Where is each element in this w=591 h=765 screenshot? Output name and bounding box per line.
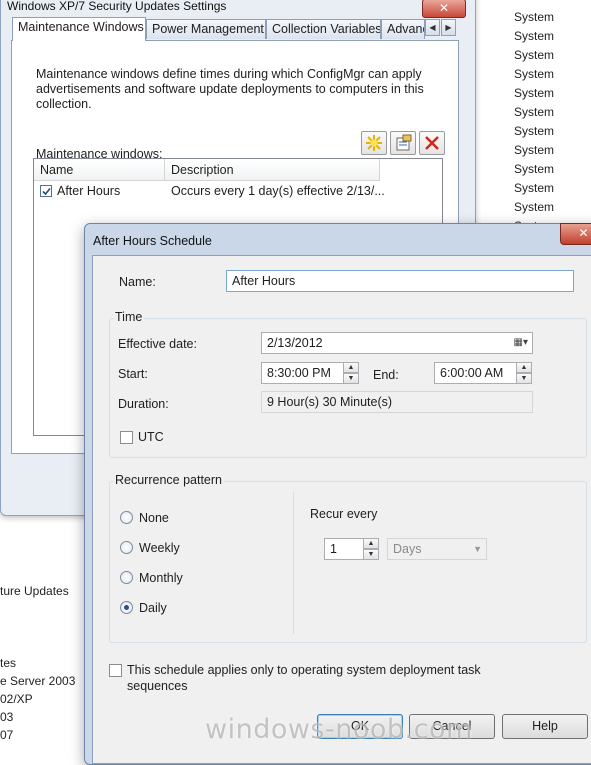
list-item: System [514,67,555,81]
window-title: Windows XP/7 Security Updates Settings [7,0,227,13]
delete-button[interactable] [419,131,445,155]
row-name-cell: After Hours [57,184,121,198]
column-header-name[interactable]: Name [34,159,165,181]
radio-weekly[interactable] [120,541,133,554]
list-item: ture Updates [0,584,69,598]
recur-every-input[interactable]: 1 [324,538,364,560]
table-row[interactable]: After Hours Occurs every 1 day(s) effect… [34,181,442,201]
name-input[interactable]: After Hours [226,270,574,292]
row-description-cell: Occurs every 1 day(s) effective 2/13/... [171,184,385,198]
time-group-label: Time [113,310,145,324]
osd-only-label-line1: This schedule applies only to operating … [127,663,481,677]
tab-maintenance-windows[interactable]: Maintenance Windows [12,17,146,41]
utc-label: UTC [138,430,164,444]
utc-checkbox[interactable] [120,431,133,444]
radio-monthly-label: Monthly [139,571,183,585]
row-checkbox[interactable] [40,185,52,197]
properties-button[interactable] [390,131,416,155]
recurrence-group [109,481,587,643]
radio-daily-label: Daily [139,601,167,615]
list-item: System [514,48,555,62]
end-down-icon[interactable]: ▼ [516,373,532,384]
list-item: System [514,86,555,100]
recur-unit-value: Days [393,542,422,556]
end-label: End: [373,368,399,382]
dialog-title: After Hours Schedule [93,234,212,248]
delete-icon [425,136,439,150]
description-text: Maintenance windows define times during … [36,67,424,111]
list-item: 03 [0,710,14,724]
dialog-body: Name: After Hours Time Effective date: 2… [92,255,591,764]
start-down-icon[interactable]: ▼ [343,373,359,384]
recur-every-label: Recur every [310,507,378,521]
tab-advanced[interactable]: Advanc [381,19,425,39]
help-button[interactable]: Help [502,714,588,739]
list-item: 02/XP [0,692,33,706]
osd-only-label-line2: sequences [127,679,188,693]
list-item: System [514,162,555,176]
radio-daily[interactable] [120,601,133,614]
effective-date-label: Effective date: [118,337,197,351]
recurrence-divider [293,492,294,634]
list-item: System [514,105,555,119]
checkmark-icon [41,187,51,195]
recurrence-group-label: Recurrence pattern [113,473,225,487]
list-item: System [514,181,555,195]
properties-icon [396,134,412,151]
new-star-icon [366,135,382,151]
chevron-down-icon: ▼ [473,544,482,554]
close-button[interactable]: ✕ [560,223,591,245]
end-time-input[interactable]: 6:00:00 AM [434,362,517,384]
tab-scroll-right-icon[interactable]: ▶ [441,19,456,36]
list-item: 07 [0,728,14,742]
start-label: Start: [118,367,148,381]
recur-down-icon[interactable]: ▼ [363,549,379,560]
radio-none-label: None [139,511,169,525]
list-item: tes [0,656,17,670]
radio-none[interactable] [120,511,133,524]
list-item: e Server 2003 [0,674,76,688]
duration-value: 9 Hour(s) 30 Minute(s) [261,391,533,413]
recur-up-icon[interactable]: ▲ [363,538,379,549]
start-time-input[interactable]: 8:30:00 PM [261,362,344,384]
list-item: System [514,10,555,24]
list-item: System [514,143,555,157]
end-up-icon[interactable]: ▲ [516,362,532,373]
schedule-dialog: After Hours Schedule ✕ Name: After Hours… [84,223,591,765]
list-item: System [514,124,555,138]
close-icon: ✕ [578,226,589,240]
calendar-dropdown-icon[interactable]: ▦▾ [514,333,528,353]
osd-only-checkbox[interactable] [109,664,122,677]
watermark-text: windows-noob.com [205,714,473,745]
effective-date-picker[interactable]: 2/13/2012 ▦▾ [261,332,533,354]
close-button[interactable]: ✕ [422,0,466,18]
radio-monthly[interactable] [120,571,133,584]
tab-collection-variables[interactable]: Collection Variables [266,19,381,39]
recur-unit-select[interactable]: Days ▼ [387,538,487,560]
close-icon: ✕ [438,1,450,15]
tab-power-management[interactable]: Power Management [146,19,266,39]
radio-weekly-label: Weekly [139,541,180,555]
effective-date-value: 2/13/2012 [267,336,323,350]
name-label: Name: [119,275,156,289]
new-schedule-button[interactable] [361,131,387,155]
duration-label: Duration: [118,397,169,411]
column-header-description[interactable]: Description [165,159,380,181]
tab-scroll-left-icon[interactable]: ◀ [425,19,440,36]
list-item: System [514,29,555,43]
start-up-icon[interactable]: ▲ [343,362,359,373]
list-item: System [514,200,555,214]
